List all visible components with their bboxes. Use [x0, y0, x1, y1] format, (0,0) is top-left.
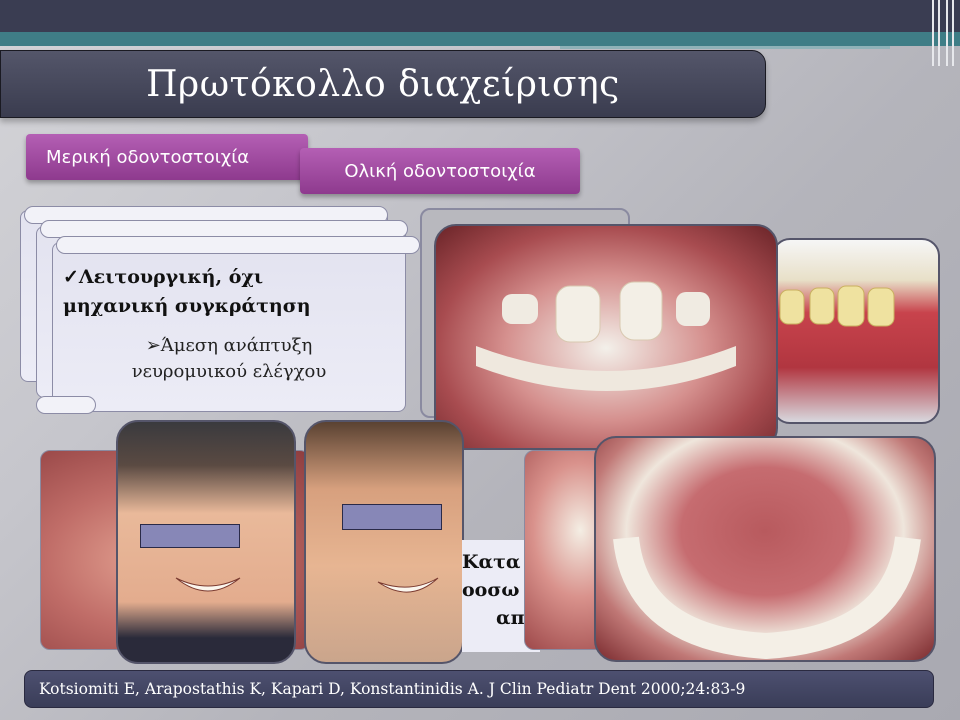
slide-title: Πρωτόκολλο διαχείρισης — [0, 50, 766, 118]
accent-line — [560, 46, 890, 49]
lower-arch-tongue-photo — [594, 436, 936, 662]
citation-bar: Kotsiomiti E, Arapostathis K, Kapari D, … — [24, 670, 934, 708]
title-reflection — [310, 106, 317, 119]
scroll-roll-bottom — [36, 396, 96, 414]
header-band — [0, 0, 960, 32]
scroll-roll-front — [56, 236, 420, 254]
smile-illustration-2 — [377, 577, 439, 593]
privacy-bar-1 — [140, 524, 240, 548]
scroll-heading-line1: ✓Λειτουργική, όχι — [63, 266, 264, 288]
patient-face-photo-2 — [304, 420, 464, 664]
denture-model-photo — [772, 238, 940, 424]
lower-teeth-illustration — [613, 536, 921, 660]
scroll-heading-line2: μηχανική συγκράτηση — [63, 295, 311, 317]
privacy-bar-2 — [342, 504, 442, 530]
front-teeth-illustration — [476, 281, 736, 391]
denture-teeth-illustration — [779, 285, 895, 327]
scroll-bullet-line1: ➢Άμεση ανάπτυξη — [145, 335, 313, 356]
tab-partial-denture[interactable]: Μερική οδοντοστοιχία — [26, 134, 308, 180]
scroll-bullet-line2: νευρομυικού ελέγχου — [131, 361, 327, 382]
tab-total-denture[interactable]: Ολική οδοντοστοιχία — [300, 148, 580, 194]
child-smile-denture-photo — [434, 224, 778, 450]
scroll-front: ✓Λειτουργική, όχι μηχανική συγκράτηση ➢Ά… — [52, 242, 406, 412]
decorative-lines — [930, 0, 960, 66]
accent-band — [0, 32, 960, 46]
